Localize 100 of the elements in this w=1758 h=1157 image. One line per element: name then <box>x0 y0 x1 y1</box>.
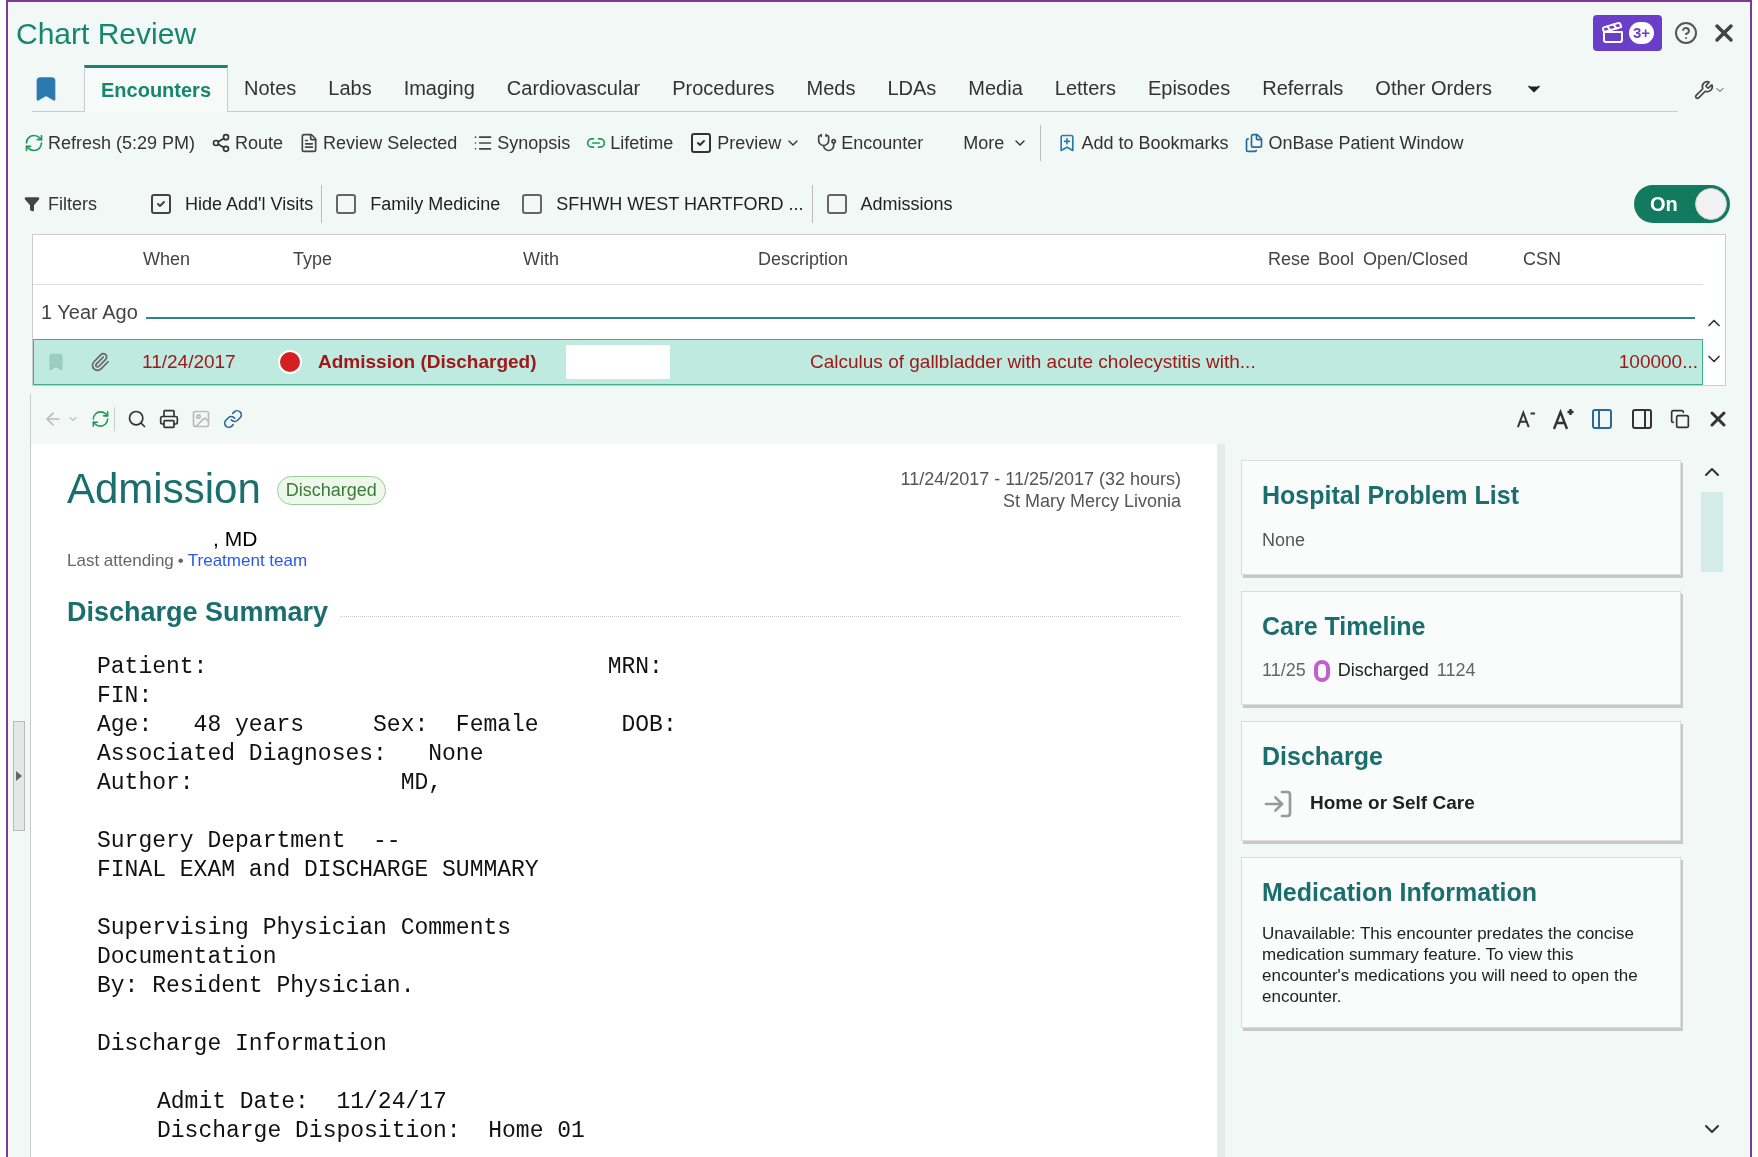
toolbar-button[interactable]: Route <box>211 129 284 157</box>
link-icon[interactable] <box>223 409 243 429</box>
checked-box-icon <box>149 192 173 216</box>
search-icon[interactable] <box>127 409 147 429</box>
tab[interactable]: Other Orders <box>1359 64 1509 111</box>
column-header[interactable]: Bool <box>1318 246 1363 273</box>
admission-dates: 11/24/2017 - 11/25/2017 (32 hours) <box>900 468 1181 490</box>
column-header[interactable]: Rese <box>1258 246 1318 273</box>
tab[interactable]: Episodes <box>1131 64 1247 111</box>
right-panel-icon[interactable] <box>1630 407 1654 431</box>
card-title: Discharge <box>1262 741 1384 772</box>
timeline-date: 11/25 <box>1262 659 1306 682</box>
note-line: Patient: MRN: <box>97 652 664 682</box>
tab[interactable]: Referrals <box>1246 64 1360 111</box>
note-line: Age: 48 years Sex: Female DOB: <box>97 710 678 740</box>
toolbar-button[interactable]: OnBase Patient Window <box>1244 129 1464 157</box>
encounter-row[interactable]: 11/24/2017 Admission (Discharged) Calculus of gallbladder with acute cholecystitis with... 100000... <box>33 339 1703 385</box>
column-header[interactable]: CSN <box>1513 246 1593 273</box>
documents-icon <box>1244 133 1265 153</box>
empty-box-icon <box>520 192 545 216</box>
treatment-team-link[interactable]: Treatment team <box>187 550 308 572</box>
tab[interactable]: Meds <box>790 64 872 111</box>
help-icon[interactable] <box>1674 21 1698 45</box>
toggle-switch[interactable]: On <box>1634 185 1730 223</box>
preview-toggle[interactable]: Preview <box>689 129 782 157</box>
decrease-font-icon[interactable] <box>1516 410 1536 428</box>
settings-icon[interactable] <box>1694 80 1714 100</box>
discharge-disposition: Home or Self Care <box>1310 791 1475 816</box>
collapse-handle[interactable] <box>13 720 25 831</box>
empty-box-icon <box>334 192 359 216</box>
timeline-event: Discharged <box>1337 659 1429 682</box>
tab[interactable]: Notes <box>228 64 313 111</box>
scrollbar-thumb[interactable] <box>1701 492 1723 572</box>
note-line: By: Resident Physician. <box>97 971 416 1001</box>
stethoscope-icon <box>817 133 838 153</box>
note-line: FIN: <box>97 681 154 711</box>
note-line: Discharge Information <box>97 1029 388 1059</box>
note-line: Admit Date: 11/24/17 <box>157 1087 448 1117</box>
toolbar-button[interactable]: Synopsis <box>473 129 571 157</box>
column-header[interactable]: When <box>33 246 213 273</box>
print-icon[interactable] <box>159 409 179 429</box>
note-line: Surgery Department -- <box>97 826 402 856</box>
copy-icon[interactable] <box>1670 409 1690 429</box>
separator: • <box>177 550 184 572</box>
paperclip-icon <box>90 352 110 372</box>
toolbar-button[interactable]: Add to Bookmarks <box>1057 129 1229 157</box>
filter-checkbox[interactable]: SFHWH WEST HARTFORD ... <box>520 190 804 218</box>
card-title: Hospital Problem List <box>1262 480 1520 511</box>
media-badge-button[interactable]: 3+ <box>1592 15 1662 51</box>
status-badge: Discharged <box>276 476 386 505</box>
card-title: Medication Information <box>1262 876 1538 908</box>
admission-icon <box>278 350 302 374</box>
column-header[interactable]: Open/Closed <box>1363 246 1513 273</box>
group-label: 1 Year Ago <box>41 300 138 325</box>
table-cell-text: Calculus of gallbladder with acute cholecystitis with... <box>810 349 1257 374</box>
tab[interactable]: Media <box>952 64 1039 111</box>
refresh-icon <box>24 133 44 153</box>
section-heading: Discharge Summary <box>67 596 329 629</box>
toolbar-button[interactable]: Encounter <box>817 129 924 157</box>
more-button[interactable]: More <box>963 129 1005 157</box>
hospital-name: St Mary Mercy Livonia <box>1002 490 1181 512</box>
filter-checkbox[interactable]: Hide Add'l Visits <box>149 190 314 218</box>
attending-name: , MD <box>213 527 258 550</box>
tab[interactable]: Cardiovascular <box>490 64 657 111</box>
tab[interactable]: Labs <box>312 64 388 111</box>
tab[interactable]: Procedures <box>656 64 791 111</box>
filter-checkbox[interactable]: Admissions <box>824 190 953 218</box>
card-text: None <box>1262 528 1307 552</box>
card-paragraph: Unavailable: This encounter predates the concise medication summary feature. To view this encounter's medications you will need to open the encounter. <box>1262 923 1639 1007</box>
tab[interactable]: LDAs <box>871 64 953 111</box>
tab[interactable]: Letters <box>1038 64 1132 111</box>
left-panel-icon[interactable] <box>1590 407 1614 431</box>
note-line: Discharge Disposition: Home 01 <box>157 1116 586 1146</box>
note-line: Associated Diagnoses: None <box>97 739 485 769</box>
toolbar-button[interactable]: Review Selected <box>299 129 458 157</box>
document-title: Admission <box>67 468 261 510</box>
table-cell-text: 100000... <box>1618 349 1699 374</box>
filter-checkbox[interactable]: Family Medicine <box>334 190 501 218</box>
route-icon <box>211 133 232 153</box>
empty-box-icon <box>824 192 849 216</box>
tab[interactable]: Encounters <box>84 65 229 112</box>
filters-button[interactable]: Filters <box>24 190 97 218</box>
timeline-marker-icon <box>1313 659 1330 682</box>
refresh-icon[interactable] <box>91 407 115 431</box>
window-title: Chart Review <box>16 15 197 52</box>
note-line: Documentation <box>97 942 278 972</box>
tab[interactable]: Imaging <box>387 64 491 111</box>
toolbar-button[interactable]: Lifetime <box>586 129 674 157</box>
increase-font-icon[interactable] <box>1552 408 1574 430</box>
document-icon <box>299 133 320 153</box>
note-line: Author: MD, <box>97 768 444 798</box>
column-header[interactable]: Type <box>213 246 473 273</box>
column-header[interactable]: Description <box>738 246 1258 273</box>
toolbar-button[interactable]: Refresh (5:29 PM) <box>24 129 196 157</box>
card-title: Care Timeline <box>1262 610 1427 642</box>
clapperboard-icon <box>1600 21 1625 45</box>
column-header[interactable]: With <box>473 246 738 273</box>
note-line: Supervising Physician Comments <box>97 913 513 943</box>
checked-box-icon <box>689 131 714 155</box>
filter-icon <box>24 196 40 212</box>
